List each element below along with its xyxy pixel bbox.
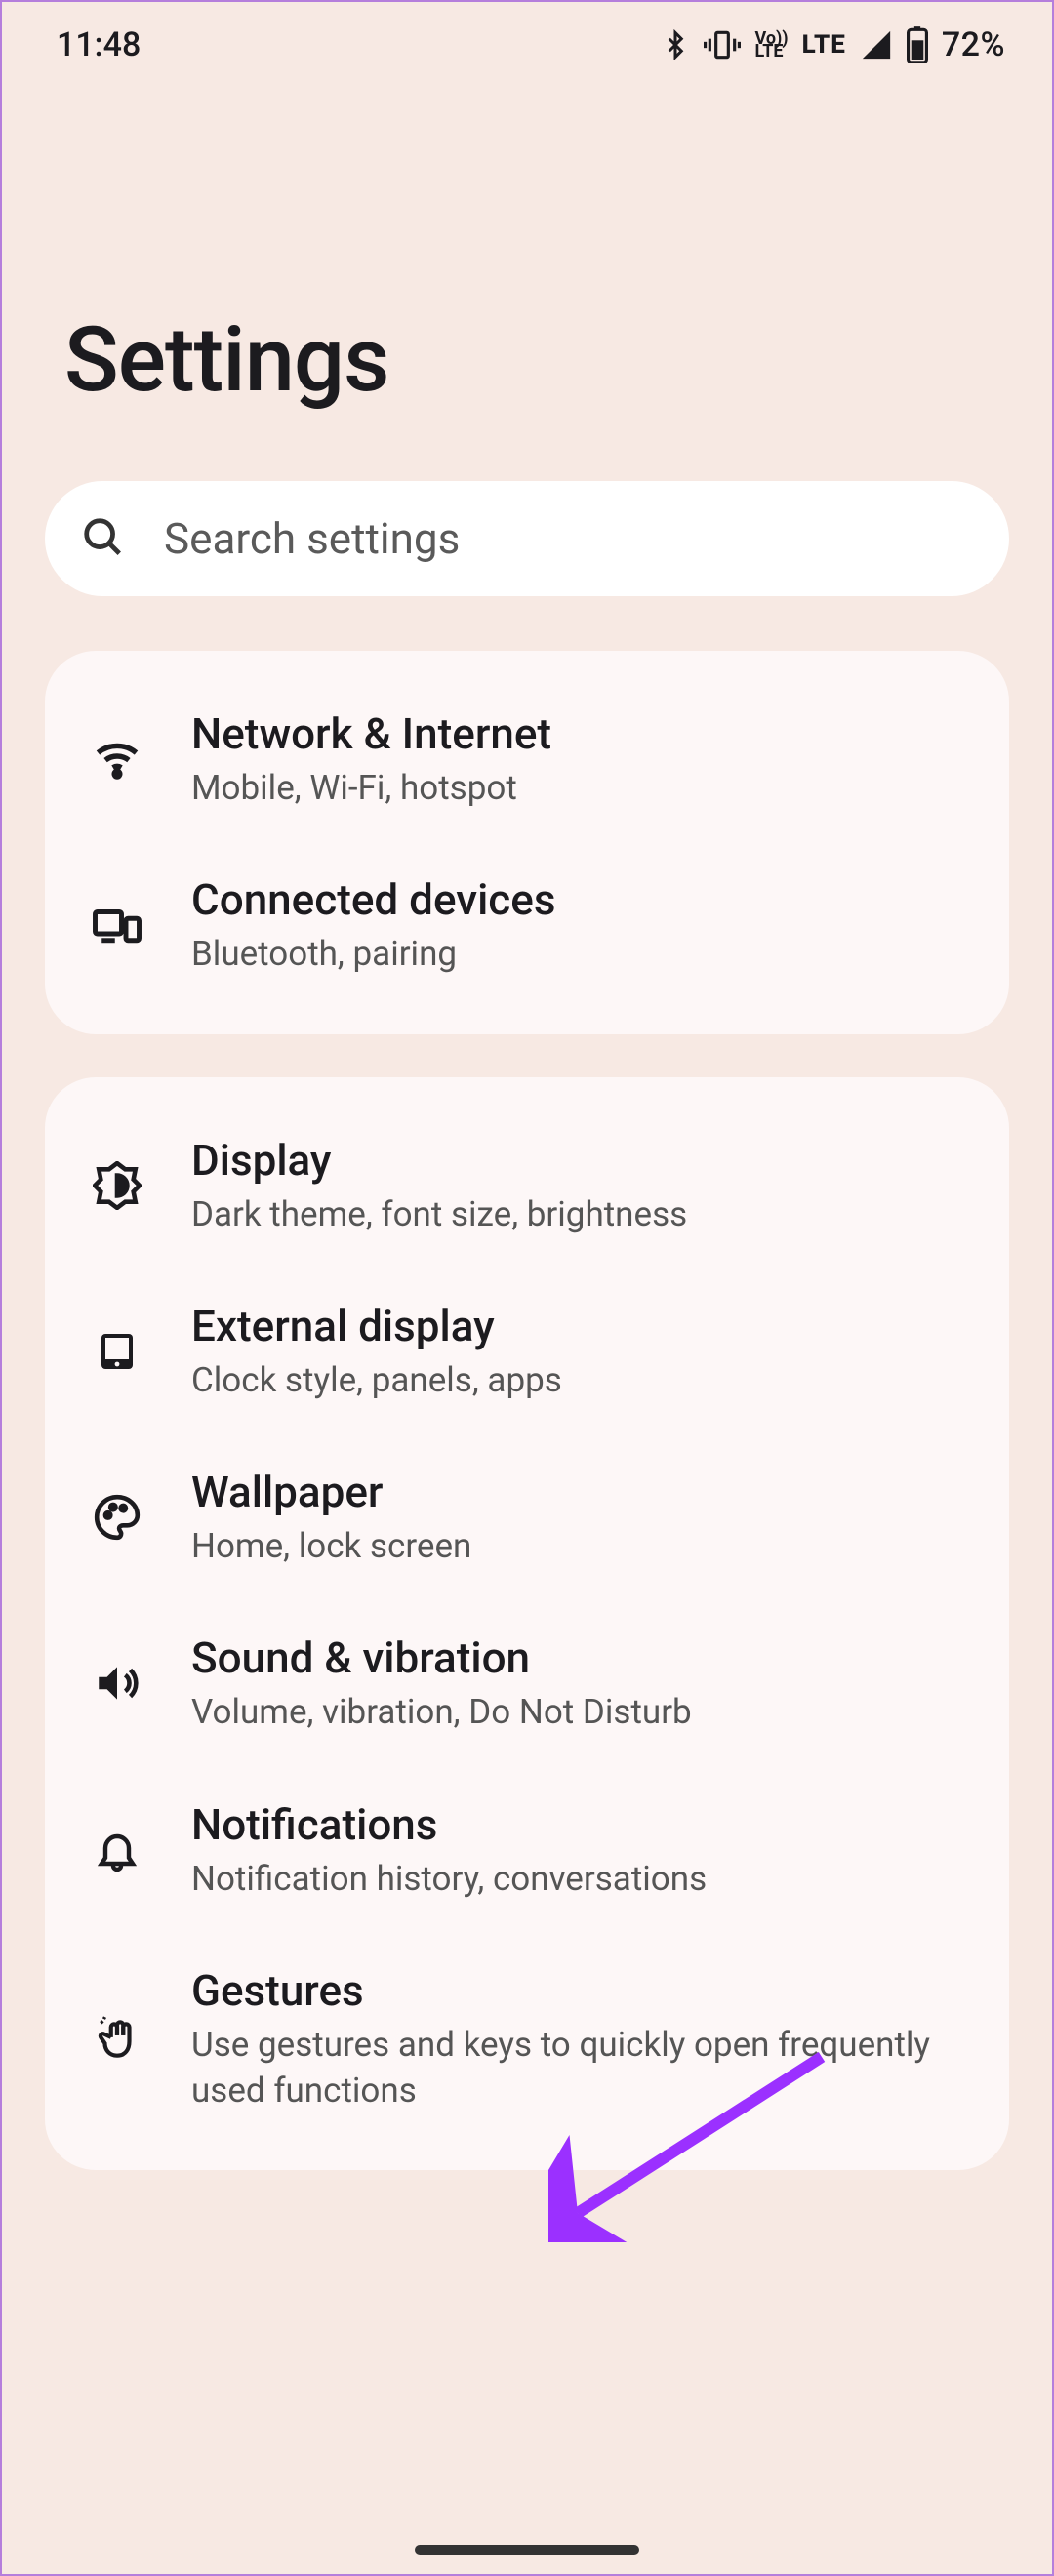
row-subtitle: Clock style, panels, apps bbox=[191, 1357, 970, 1403]
wifi-icon bbox=[88, 730, 146, 788]
row-subtitle: Use gestures and keys to quickly open fr… bbox=[191, 2022, 970, 2114]
volume-icon bbox=[88, 1654, 146, 1712]
palette-icon bbox=[88, 1488, 146, 1547]
row-title: Notifications bbox=[191, 1798, 970, 1852]
row-title: Connected devices bbox=[191, 873, 970, 927]
row-title: Gestures bbox=[191, 1964, 970, 2018]
row-title: Network & Internet bbox=[191, 707, 970, 761]
battery-pct: 72% bbox=[942, 25, 1005, 64]
row-title: Sound & vibration bbox=[191, 1631, 970, 1685]
row-sound-vibration[interactable]: Sound & vibration Volume, vibration, Do … bbox=[45, 1600, 1009, 1766]
battery-icon bbox=[907, 26, 928, 63]
volte-icon: Vo)) LTE bbox=[754, 32, 788, 59]
bluetooth-icon bbox=[661, 25, 690, 64]
row-notifications[interactable]: Notifications Notification history, conv… bbox=[45, 1767, 1009, 1933]
lte-label: LTE bbox=[802, 30, 846, 60]
tablet-icon bbox=[88, 1322, 146, 1381]
page-title: Settings bbox=[2, 74, 1052, 481]
signal-icon bbox=[860, 28, 893, 61]
search-icon bbox=[80, 514, 125, 563]
row-title: External display bbox=[191, 1300, 970, 1353]
devices-icon bbox=[88, 896, 146, 954]
nav-handle[interactable] bbox=[415, 2545, 639, 2555]
row-gestures[interactable]: Gestures Use gestures and keys to quickl… bbox=[45, 1933, 1009, 2146]
settings-group-1: Network & Internet Mobile, Wi-Fi, hotspo… bbox=[45, 651, 1009, 1034]
row-subtitle: Mobile, Wi-Fi, hotspot bbox=[191, 765, 970, 811]
row-wallpaper[interactable]: Wallpaper Home, lock screen bbox=[45, 1434, 1009, 1600]
bell-icon bbox=[88, 1821, 146, 1879]
status-time: 11:48 bbox=[57, 25, 141, 64]
row-network-internet[interactable]: Network & Internet Mobile, Wi-Fi, hotspo… bbox=[45, 676, 1009, 842]
gesture-icon bbox=[88, 2010, 146, 2069]
vibrate-icon bbox=[704, 26, 741, 63]
row-subtitle: Bluetooth, pairing bbox=[191, 931, 970, 977]
row-external-display[interactable]: External display Clock style, panels, ap… bbox=[45, 1268, 1009, 1434]
status-bar: 11:48 Vo)) LTE LTE 72% bbox=[2, 2, 1052, 74]
search-settings[interactable]: Search settings bbox=[45, 481, 1009, 596]
row-subtitle: Notification history, conversations bbox=[191, 1856, 970, 1902]
row-title: Display bbox=[191, 1134, 970, 1187]
settings-group-2: Display Dark theme, font size, brightnes… bbox=[45, 1077, 1009, 2171]
status-right: Vo)) LTE LTE 72% bbox=[661, 25, 1005, 64]
row-connected-devices[interactable]: Connected devices Bluetooth, pairing bbox=[45, 842, 1009, 1008]
row-subtitle: Dark theme, font size, brightness bbox=[191, 1191, 970, 1237]
row-subtitle: Home, lock screen bbox=[191, 1523, 970, 1569]
brightness-icon bbox=[88, 1156, 146, 1215]
row-title: Wallpaper bbox=[191, 1466, 970, 1519]
search-placeholder: Search settings bbox=[164, 513, 460, 564]
row-display[interactable]: Display Dark theme, font size, brightnes… bbox=[45, 1103, 1009, 1268]
row-subtitle: Volume, vibration, Do Not Disturb bbox=[191, 1689, 970, 1735]
